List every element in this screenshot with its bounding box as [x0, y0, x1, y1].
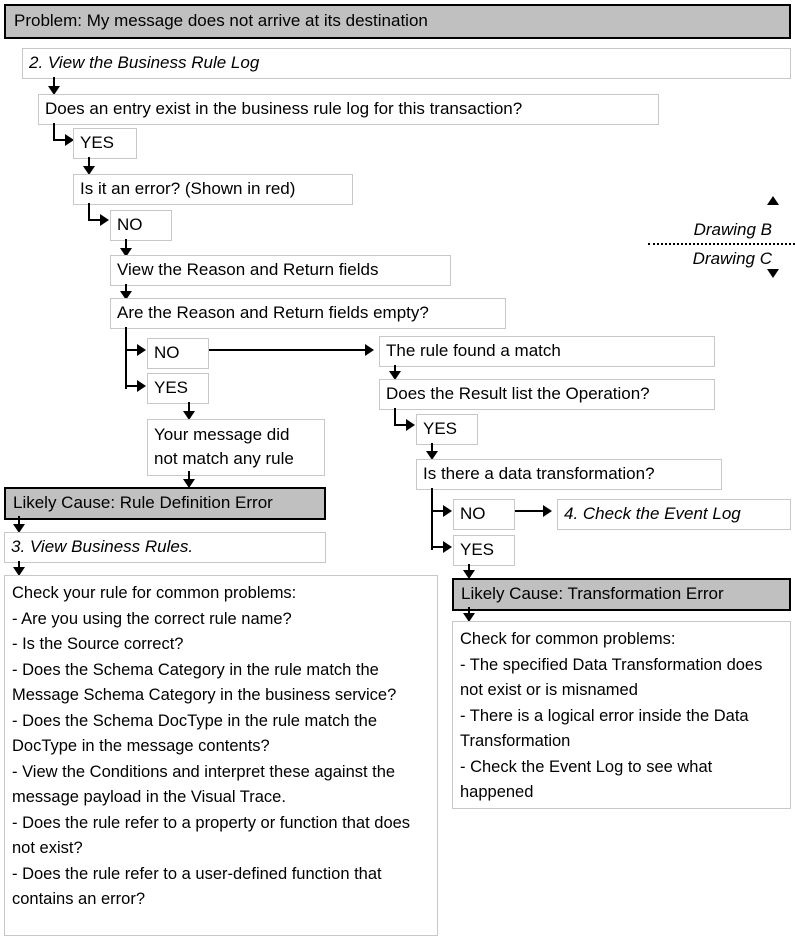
arrow-right-icon	[365, 344, 374, 356]
arrow-right-icon	[543, 505, 552, 517]
node-cause-transformation-error: Likely Cause: Transformation Error	[452, 578, 791, 611]
drawing-b-label: Drawing B	[693, 220, 772, 239]
node-fields-empty: Are the Reason and Return fields empty?	[110, 298, 506, 329]
checklist-item: - There is a logical error inside the Da…	[460, 706, 749, 751]
connector-line	[125, 327, 127, 389]
node-entry-exists: Does an entry exist in the business rule…	[38, 94, 659, 125]
arrow-right-icon	[100, 214, 109, 226]
node-view-reason-return: View the Reason and Return fields	[110, 255, 451, 286]
checklist-item: - View the Conditions and interpret thes…	[12, 762, 396, 807]
flowchart-canvas: Problem: My message does not arrive at i…	[0, 0, 795, 940]
node-transform-no: NO	[453, 499, 515, 530]
node-cause-rule-definition-error: Likely Cause: Rule Definition Error	[4, 487, 326, 520]
left-checklist-items: - Are you using the correct rule name? - …	[12, 607, 430, 913]
node-rule-found-match: The rule found a match	[379, 336, 715, 367]
checklist-item: - Check the Event Log to see what happen…	[460, 757, 713, 802]
problem-title-bar: Problem: My message does not arrive at i…	[4, 4, 791, 39]
arrow-right-icon	[443, 505, 452, 517]
node-no-match: Your message did not match any rule	[147, 419, 325, 476]
node-view-business-rule-log: 2. View the Business Rule Log	[22, 48, 791, 79]
checklist-item: - Does the Schema Category in the rule m…	[12, 660, 397, 705]
arrow-right-icon	[443, 541, 452, 553]
node-empty-yes: YES	[147, 373, 209, 404]
right-checklist-heading: Check for common problems:	[460, 630, 676, 648]
node-no-match-line: not match any rule	[154, 449, 294, 468]
checklist-item: - Is the Source correct?	[12, 635, 184, 653]
arrow-down-icon	[767, 269, 779, 278]
arrow-right-icon	[406, 419, 415, 431]
node-error-no: NO	[110, 210, 172, 241]
node-view-business-rules: 3. View Business Rules.	[4, 532, 326, 563]
arrow-up-icon	[767, 196, 779, 205]
arrow-right-icon	[137, 380, 146, 392]
node-is-it-an-error: Is it an error? (Shown in red)	[73, 174, 353, 205]
node-result-lists-operation: Does the Result list the Operation?	[379, 379, 715, 410]
node-data-transformation: Is there a data transformation?	[416, 459, 722, 490]
checklist-item: - Are you using the correct rule name?	[12, 609, 292, 628]
checklist-item: - The specified Data Transformation does…	[460, 655, 763, 700]
node-transform-yes: YES	[453, 535, 515, 566]
checklist-item: - Does the rule refer to a user-defined …	[12, 864, 382, 909]
node-entry-yes: YES	[73, 128, 137, 159]
checklist-item: - Does the Schema DocType in the rule ma…	[12, 711, 378, 756]
connector-line	[431, 488, 433, 550]
node-empty-no: NO	[147, 338, 209, 369]
left-checklist-block: Check your rule for common problems: - A…	[4, 575, 438, 936]
drawing-divider-line	[648, 243, 795, 245]
connector-line	[209, 349, 371, 351]
node-operation-yes: YES	[416, 414, 478, 445]
arrow-right-icon	[137, 344, 146, 356]
right-checklist-items: - The specified Data Transformation does…	[460, 653, 783, 806]
checklist-item: - Does the rule refer to a property or f…	[12, 813, 411, 858]
node-check-event-log: 4. Check the Event Log	[557, 499, 791, 530]
left-checklist-heading: Check your rule for common problems:	[12, 584, 297, 602]
right-checklist-block: Check for common problems: - The specifi…	[452, 621, 791, 809]
node-no-match-line: Your message did	[154, 425, 290, 444]
drawing-c-label: Drawing C	[692, 249, 772, 268]
